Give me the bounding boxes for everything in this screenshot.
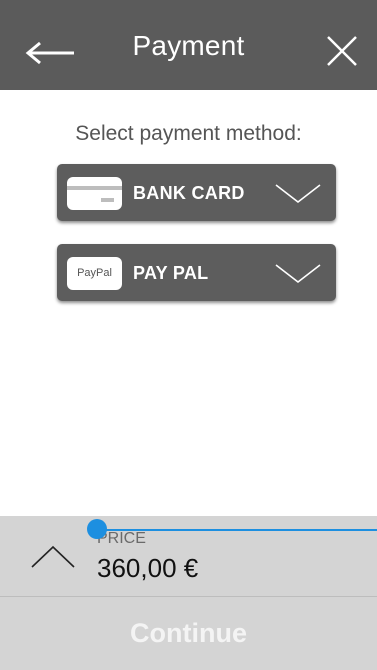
progress-track	[97, 529, 377, 531]
bank-card-option[interactable]: BANK CARD	[57, 164, 336, 221]
credit-card-icon	[67, 177, 122, 210]
chevron-up-icon[interactable]	[30, 544, 76, 570]
progress-knob[interactable]	[87, 519, 107, 539]
paypal-icon: PayPal	[67, 257, 122, 290]
page-title: Payment	[132, 30, 245, 61]
close-icon[interactable]	[325, 34, 359, 68]
price-value: 360,00 €	[97, 553, 199, 583]
bank-card-label: BANK CARD	[133, 183, 245, 203]
chevron-down-icon	[275, 264, 321, 284]
app-header: Payment	[0, 0, 377, 90]
payment-method-prompt: Select payment method:	[75, 122, 302, 145]
paypal-label: PAY PAL	[133, 263, 209, 283]
chevron-down-icon	[275, 184, 321, 204]
paypal-option[interactable]: PayPal PAY PAL	[57, 244, 336, 301]
continue-button[interactable]: Continue	[0, 597, 377, 670]
